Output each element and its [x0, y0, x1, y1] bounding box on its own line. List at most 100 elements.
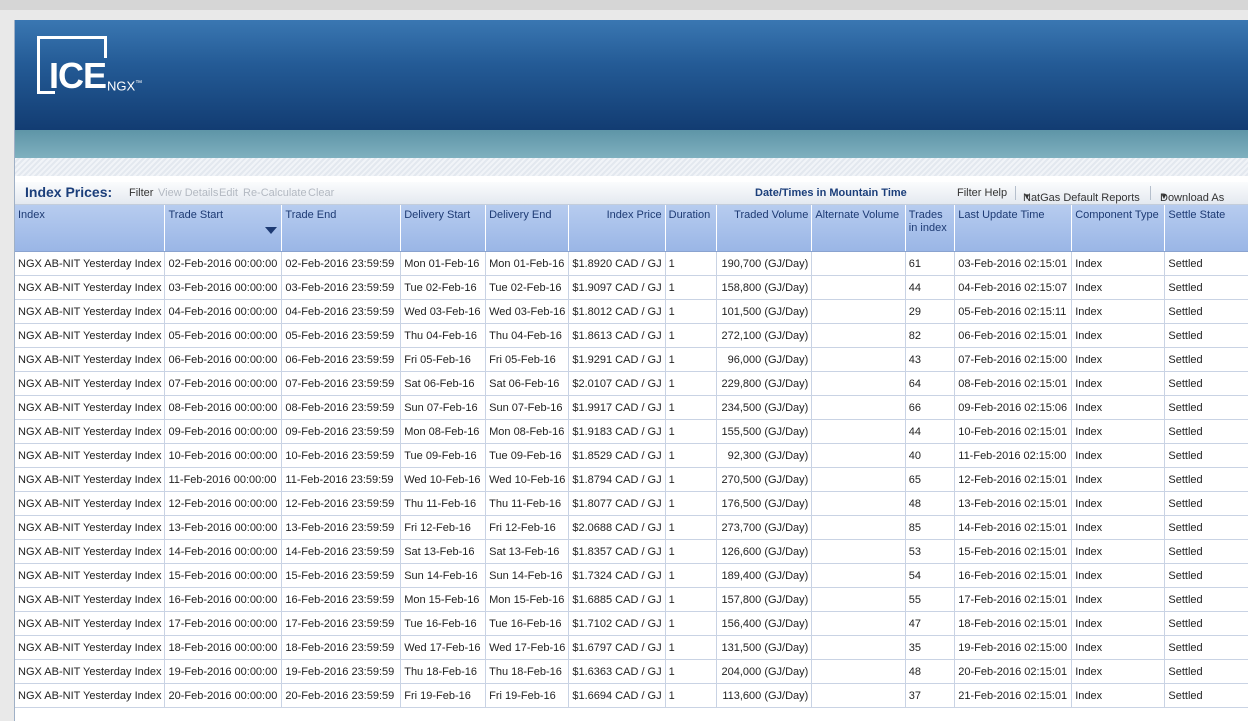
page-title: Index Prices:: [25, 184, 113, 200]
cell-settle-state: Settled: [1164, 563, 1248, 588]
column-header-trade-start[interactable]: Trade Start: [164, 205, 283, 252]
cell-index: NGX AB-NIT Yesterday Index: [15, 491, 166, 516]
cell-alternate-volume: [811, 563, 906, 588]
cell-trades-in-index: 85: [905, 515, 956, 540]
table-row[interactable]: NGX AB-NIT Yesterday Index 09-Feb-2016 00…: [15, 419, 1248, 444]
cell-trades-in-index: 64: [905, 371, 956, 396]
cell-last-update-time: 12-Feb-2016 02:15:01: [954, 467, 1073, 492]
cell-trades-in-index: 54: [905, 563, 956, 588]
cell-last-update-time: 10-Feb-2016 02:15:01: [954, 419, 1073, 444]
cell-trades-in-index: 48: [905, 659, 956, 684]
cell-settle-state: Settled: [1164, 395, 1248, 420]
table-row[interactable]: NGX AB-NIT Yesterday Index 17-Feb-2016 00…: [15, 611, 1248, 636]
cell-trades-in-index: 48: [905, 491, 956, 516]
view-details-button[interactable]: View Details: [158, 187, 218, 199]
cell-trade-end: 06-Feb-2016 23:59:59: [281, 347, 402, 372]
column-header-traded-volume[interactable]: Traded Volume: [716, 205, 813, 252]
cell-settle-state: Settled: [1164, 539, 1248, 564]
table-row[interactable]: NGX AB-NIT Yesterday Index 11-Feb-2016 00…: [15, 467, 1248, 492]
cell-duration: 1: [665, 419, 718, 444]
cell-index-price: $2.0107 CAD / GJ: [568, 371, 666, 396]
cell-alternate-volume: [811, 347, 906, 372]
cell-index: NGX AB-NIT Yesterday Index: [15, 443, 166, 468]
cell-index-price: $1.9917 CAD / GJ: [568, 395, 666, 420]
table-row[interactable]: NGX AB-NIT Yesterday Index 06-Feb-2016 00…: [15, 347, 1248, 372]
cell-index-price: $1.8920 CAD / GJ: [568, 251, 666, 276]
recalculate-button[interactable]: Re-Calculate: [243, 187, 307, 199]
cell-traded-volume: 272,100 (GJ/Day): [716, 323, 813, 348]
table-row[interactable]: NGX AB-NIT Yesterday Index 12-Feb-2016 00…: [15, 491, 1248, 516]
cell-delivery-start: Tue 02-Feb-16: [400, 275, 487, 300]
cell-duration: 1: [665, 491, 718, 516]
cell-trades-in-index: 55: [905, 587, 956, 612]
table-row[interactable]: NGX AB-NIT Yesterday Index 07-Feb-2016 00…: [15, 371, 1248, 396]
cell-duration: 1: [665, 683, 718, 708]
header-subbar: [15, 130, 1248, 158]
cell-trades-in-index: 53: [905, 539, 956, 564]
cell-settle-state: Settled: [1164, 683, 1248, 708]
sort-descending-icon: [265, 227, 278, 234]
cell-traded-volume: 158,800 (GJ/Day): [716, 275, 813, 300]
table-row[interactable]: NGX AB-NIT Yesterday Index 02-Feb-2016 00…: [15, 251, 1248, 276]
cell-component-type: Index: [1071, 491, 1166, 516]
cell-trade-end: 10-Feb-2016 23:59:59: [281, 443, 402, 468]
cell-delivery-end: Mon 08-Feb-16: [485, 419, 570, 444]
column-header-index[interactable]: Index: [15, 205, 166, 252]
cell-delivery-start: Sun 07-Feb-16: [400, 395, 487, 420]
cell-last-update-time: 07-Feb-2016 02:15:00: [954, 347, 1073, 372]
page: ICE NGX™ Index Prices: Filter View Detai…: [14, 20, 1248, 721]
column-header-component-type[interactable]: Component Type: [1071, 205, 1166, 252]
column-header-alternate-volume[interactable]: Alternate Volume: [811, 205, 906, 252]
cell-trade-start: 08-Feb-2016 00:00:00: [164, 395, 283, 420]
table-row[interactable]: NGX AB-NIT Yesterday Index 14-Feb-2016 00…: [15, 539, 1248, 564]
cell-duration: 1: [665, 395, 718, 420]
cell-index: NGX AB-NIT Yesterday Index: [15, 563, 166, 588]
filter-help-button[interactable]: Filter Help: [957, 187, 1007, 199]
table-row[interactable]: NGX AB-NIT Yesterday Index 05-Feb-2016 00…: [15, 323, 1248, 348]
column-header-trades-in-index[interactable]: Trades in index: [905, 205, 956, 252]
table-row[interactable]: NGX AB-NIT Yesterday Index 10-Feb-2016 00…: [15, 443, 1248, 468]
table-row[interactable]: NGX AB-NIT Yesterday Index 16-Feb-2016 00…: [15, 587, 1248, 612]
cell-traded-volume: 234,500 (GJ/Day): [716, 395, 813, 420]
table-row[interactable]: NGX AB-NIT Yesterday Index 18-Feb-2016 00…: [15, 635, 1248, 660]
toolbar-separator: [1015, 186, 1016, 200]
table-row[interactable]: NGX AB-NIT Yesterday Index 13-Feb-2016 00…: [15, 515, 1248, 540]
edit-button[interactable]: Edit: [219, 187, 238, 199]
cell-settle-state: Settled: [1164, 491, 1248, 516]
column-header-delivery-end[interactable]: Delivery End: [485, 205, 570, 252]
table-row[interactable]: NGX AB-NIT Yesterday Index 19-Feb-2016 00…: [15, 659, 1248, 684]
cell-settle-state: Settled: [1164, 299, 1248, 324]
cell-duration: 1: [665, 539, 718, 564]
filter-button[interactable]: Filter: [129, 187, 153, 199]
column-header-last-update-time[interactable]: Last Update Time: [954, 205, 1073, 252]
table-row[interactable]: NGX AB-NIT Yesterday Index 08-Feb-2016 00…: [15, 395, 1248, 420]
cell-delivery-start: Mon 08-Feb-16: [400, 419, 487, 444]
table-row[interactable]: NGX AB-NIT Yesterday Index 04-Feb-2016 00…: [15, 299, 1248, 324]
cell-delivery-start: Sat 06-Feb-16: [400, 371, 487, 396]
cell-component-type: Index: [1071, 467, 1166, 492]
column-header-delivery-start[interactable]: Delivery Start: [400, 205, 487, 252]
cell-traded-volume: 131,500 (GJ/Day): [716, 635, 813, 660]
column-header-duration[interactable]: Duration: [665, 205, 718, 252]
column-header-index-price[interactable]: Index Price: [568, 205, 666, 252]
cell-trade-start: 12-Feb-2016 00:00:00: [164, 491, 283, 516]
column-header-settle-state[interactable]: Settle State: [1164, 205, 1248, 252]
table-row[interactable]: NGX AB-NIT Yesterday Index 15-Feb-2016 00…: [15, 563, 1248, 588]
cell-delivery-start: Sun 14-Feb-16: [400, 563, 487, 588]
cell-alternate-volume: [811, 635, 906, 660]
trademark-mark: ™: [135, 80, 143, 87]
table-row[interactable]: NGX AB-NIT Yesterday Index 20-Feb-2016 00…: [15, 683, 1248, 708]
cell-settle-state: Settled: [1164, 659, 1248, 684]
table-row[interactable]: NGX AB-NIT Yesterday Index 03-Feb-2016 00…: [15, 275, 1248, 300]
cell-trades-in-index: 44: [905, 419, 956, 444]
cell-last-update-time: 18-Feb-2016 02:15:01: [954, 611, 1073, 636]
cell-component-type: Index: [1071, 683, 1166, 708]
cell-component-type: Index: [1071, 251, 1166, 276]
clear-button[interactable]: Clear: [308, 187, 334, 199]
cell-settle-state: Settled: [1164, 515, 1248, 540]
cell-delivery-start: Fri 19-Feb-16: [400, 683, 487, 708]
column-header-trade-end[interactable]: Trade End: [281, 205, 402, 252]
cell-trades-in-index: 65: [905, 467, 956, 492]
cell-alternate-volume: [811, 611, 906, 636]
cell-duration: 1: [665, 323, 718, 348]
